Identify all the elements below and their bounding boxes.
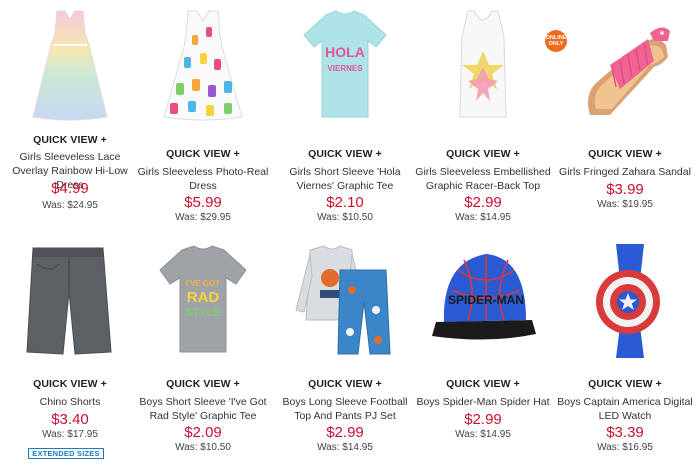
product-price: $2.99 <box>464 411 502 428</box>
hola-tee-image[interactable]: HOLA VIERNES <box>290 5 400 125</box>
product-card[interactable]: SPIDER-MAN QUICK VIEW + Boys Spider-Man … <box>413 230 553 476</box>
chino-shorts-image[interactable] <box>15 240 125 360</box>
style-text: STYLE <box>185 307 220 319</box>
football-pj-image[interactable] <box>290 240 400 360</box>
product-card[interactable]: QUICK VIEW + Girls Sleeveless Photo-Real… <box>133 0 273 230</box>
viernes-text: VIERNES <box>327 64 363 73</box>
popsicle-dress-image[interactable] <box>148 5 258 125</box>
quick-view-button[interactable]: QUICK VIEW + <box>133 148 273 160</box>
product-was-price: Was: $24.95 <box>42 200 98 211</box>
product-card[interactable]: HOLA VIERNES QUICK VIEW + Girls Short Sl… <box>275 0 415 230</box>
hola-text: HOLA <box>325 44 365 60</box>
product-grid: QUICK VIEW + Girls Sleeveless Lace Overl… <box>0 0 700 476</box>
product-price: $2.99 <box>326 424 364 441</box>
product-name[interactable]: Girls Short Sleeve 'Hola Viernes' Graphi… <box>275 165 415 193</box>
product-price: $3.39 <box>606 424 644 441</box>
spider-man-text: SPIDER-MAN <box>448 293 524 307</box>
quick-view-button[interactable]: QUICK VIEW + <box>0 378 140 390</box>
rainbow-dress-image[interactable] <box>15 5 125 125</box>
product-was-price: Was: $29.95 <box>175 212 231 223</box>
product-was-price: Was: $10.50 <box>317 212 373 223</box>
rad-text: RAD <box>187 289 220 306</box>
product-was-price: Was: $16.95 <box>597 442 653 453</box>
online-only-badge: ONLINE ONLY <box>545 30 567 52</box>
quick-view-button[interactable]: QUICK VIEW + <box>555 148 695 160</box>
product-name[interactable]: Boys Long Sleeve Football Top And Pants … <box>275 395 415 423</box>
rad-style-tee-image[interactable]: I'VE GOT RAD STYLE <box>148 240 258 360</box>
product-price: $2.10 <box>326 194 364 211</box>
product-name[interactable]: Chino Shorts <box>0 395 140 409</box>
captain-america-watch-image[interactable] <box>570 240 680 360</box>
product-name[interactable]: Boys Captain America Digital LED Watch <box>555 395 695 423</box>
product-card[interactable]: QUICK VIEW + Chino Shorts $3.40 Was: $17… <box>0 230 140 476</box>
star-top-image[interactable] <box>428 5 538 125</box>
product-was-price: Was: $14.95 <box>317 442 373 453</box>
pink-sandal-image[interactable] <box>570 5 680 125</box>
product-card[interactable]: QUICK VIEW + Girls Sleeveless Lace Overl… <box>0 0 140 230</box>
product-price: $2.09 <box>184 424 222 441</box>
product-card[interactable]: QUICK VIEW + Boys Captain America Digita… <box>555 230 695 476</box>
spiderman-hat-image[interactable]: SPIDER-MAN <box>428 240 538 360</box>
quick-view-button[interactable]: QUICK VIEW + <box>275 378 415 390</box>
product-price: $5.99 <box>184 194 222 211</box>
product-card[interactable]: QUICK VIEW + Girls Fringed Zahara Sandal… <box>555 0 695 230</box>
quick-view-button[interactable]: QUICK VIEW + <box>555 378 695 390</box>
product-name[interactable]: Boys Spider-Man Spider Hat <box>413 395 553 409</box>
product-name[interactable]: Girls Sleeveless Embellished Graphic Rac… <box>413 165 553 193</box>
product-was-price: Was: $14.95 <box>455 429 511 440</box>
product-was-price: Was: $14.95 <box>455 212 511 223</box>
product-was-price: Was: $10.50 <box>175 442 231 453</box>
product-name[interactable]: Boys Short Sleeve 'I've Got Rad Style' G… <box>133 395 273 423</box>
quick-view-button[interactable]: QUICK VIEW + <box>0 134 140 146</box>
quick-view-button[interactable]: QUICK VIEW + <box>413 378 553 390</box>
product-card[interactable]: I'VE GOT RAD STYLE QUICK VIEW + Boys Sho… <box>133 230 273 476</box>
quick-view-button[interactable]: QUICK VIEW + <box>413 148 553 160</box>
product-price: $3.99 <box>606 181 644 198</box>
quick-view-button[interactable]: QUICK VIEW + <box>133 378 273 390</box>
product-name[interactable]: Girls Sleeveless Photo-Real Dress <box>133 165 273 193</box>
product-was-price: Was: $19.95 <box>597 199 653 210</box>
product-card[interactable]: QUICK VIEW + Girls Sleeveless Embellishe… <box>413 0 553 230</box>
online-only-line2: ONLY <box>548 41 564 47</box>
extended-sizes-badge[interactable]: EXTENDED SIZES <box>28 448 104 459</box>
ive-got-text: I'VE GOT <box>186 279 220 288</box>
product-name[interactable]: Girls Fringed Zahara Sandal <box>555 165 695 179</box>
quick-view-button[interactable]: QUICK VIEW + <box>275 148 415 160</box>
product-was-price: Was: $17.95 <box>42 429 98 440</box>
product-price: $3.40 <box>51 411 89 428</box>
product-price: $4.99 <box>51 180 89 197</box>
product-price: $2.99 <box>464 194 502 211</box>
product-card[interactable]: QUICK VIEW + Boys Long Sleeve Football T… <box>275 230 415 476</box>
